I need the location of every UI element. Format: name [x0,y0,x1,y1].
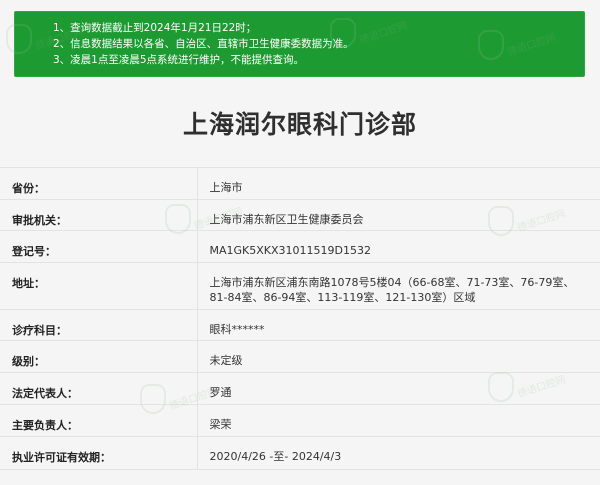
table-row: 执业许可证有效期： 2020/4/26 -至- 2024/4/3 [0,436,600,470]
row-label: 登记号： [0,230,198,263]
table-row: 主要负责人： 梁荣 [0,404,600,437]
row-label: 级别： [0,340,198,373]
info-table: 省份： 上海市 审批机关： 上海市浦东新区卫生健康委员会 登记号： MA1GK5… [0,167,600,470]
notice-line: 2、信息数据结果以各省、自治区、直辖市卫生健康委数据为准。 [53,38,354,50]
notice-line: 1、查询数据截止到2024年1月21日22时； [53,22,257,34]
row-label: 审批机关： [0,199,198,231]
row-label: 省份： [0,167,198,200]
table-row: 审批机关： 上海市浦东新区卫生健康委员会 [0,199,600,231]
row-value: 罗通 [209,386,232,399]
row-value: 未定级 [209,354,243,367]
row-label: 诊疗科目： [0,309,198,341]
row-value: MA1GK5XKX31011519D1532 [209,244,372,257]
table-row: 法定代表人： 罗通 [0,372,600,405]
row-value: 梁荣 [209,418,232,431]
row-value: 眼科****** [209,323,265,336]
table-row: 诊疗科目： 眼科****** [0,309,600,341]
table-row: 省份： 上海市 [0,167,600,200]
notice-line: 3、凌晨1点至凌晨5点系统进行维护，不能提供查询。 [53,54,305,66]
table-row: 地址： 上海市浦东新区浦东南路1078号5楼04（66-68室、71-73室、7… [0,262,600,310]
row-label: 主要负责人： [0,404,198,437]
row-value: 上海市 [209,181,243,194]
row-label: 地址： [0,262,198,310]
row-label: 法定代表人： [0,372,198,405]
row-value: 上海市浦东新区浦东南路1078号5楼04（66-68室、71-73室、76-79… [209,276,575,304]
table-row: 登记号： MA1GK5XKX31011519D1532 [0,230,600,263]
row-value: 上海市浦东新区卫生健康委员会 [209,213,364,226]
row-label: 执业许可证有效期： [0,436,198,470]
row-value: 2020/4/26 -至- 2024/4/3 [209,450,342,463]
page: 1、查询数据截止到2024年1月21日22时； 2、信息数据结果以各省、自治区、… [0,0,600,485]
notice-banner: 1、查询数据截止到2024年1月21日22时； 2、信息数据结果以各省、自治区、… [14,11,585,77]
page-title: 上海润尔眼科门诊部 [182,110,417,139]
table-row: 级别： 未定级 [0,340,600,373]
